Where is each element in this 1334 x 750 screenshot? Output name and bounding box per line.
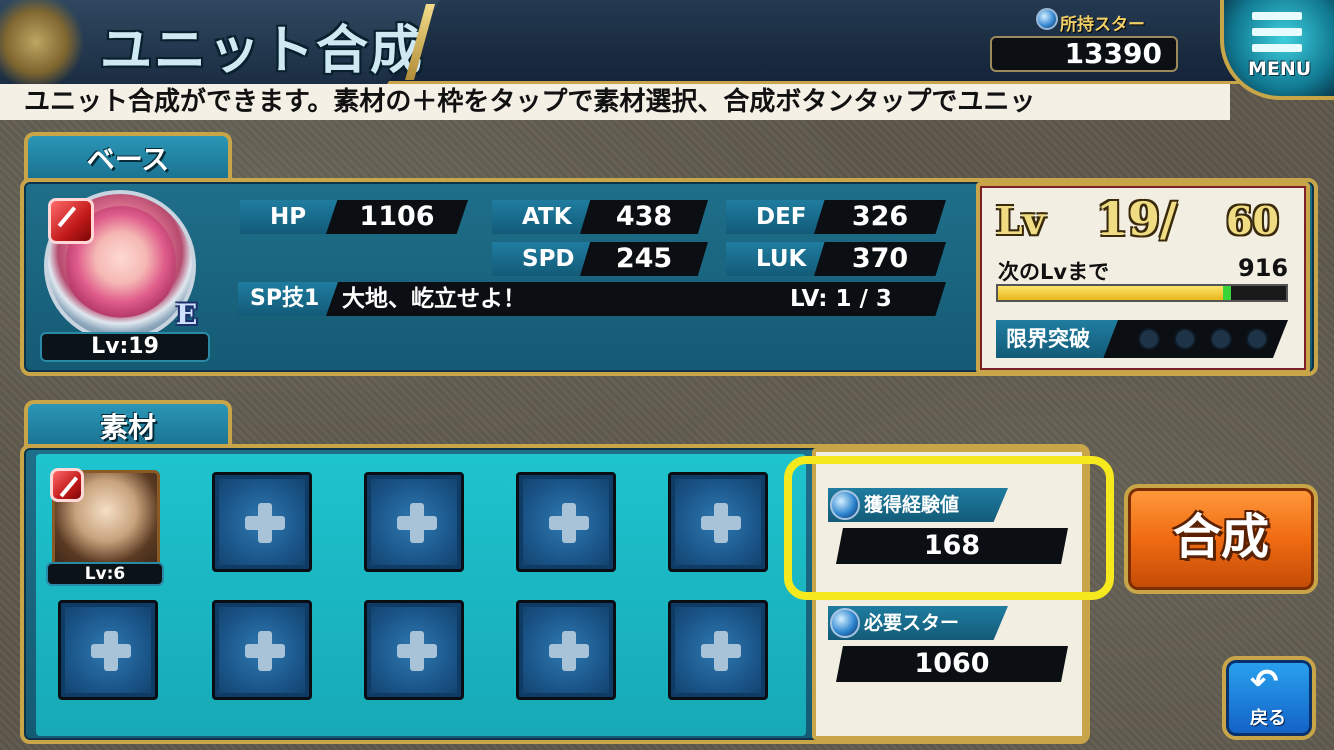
plus-icon-stem <box>562 631 576 671</box>
page-title: ユニット合成 <box>100 21 425 81</box>
star-balance: 13390 <box>990 36 1178 72</box>
plus-icon-stem <box>104 631 118 671</box>
atk-label: ATK <box>492 200 594 234</box>
luk-label: LUK <box>726 242 828 276</box>
star-label: 所持スター <box>1060 15 1145 35</box>
limit-break-slot-4 <box>1246 328 1268 350</box>
max-level: 60 <box>1226 198 1279 243</box>
rarity-gem-icon <box>48 198 94 244</box>
empty-material-slot[interactable] <box>668 472 768 572</box>
plus-icon-stem <box>562 503 576 543</box>
sp-skill-label: SP技1 <box>238 282 338 316</box>
empty-material-slot[interactable] <box>212 472 312 572</box>
current-level: 19/ <box>1096 192 1177 246</box>
spd-label: SPD <box>492 242 594 276</box>
material-rarity-gem-icon <box>50 468 84 502</box>
limit-break-label: 限界突破 <box>996 320 1118 358</box>
base-tab: ベース <box>24 132 232 182</box>
grade-badge: E <box>176 298 198 331</box>
empty-material-slot[interactable] <box>212 600 312 700</box>
menu-label: MENU <box>1248 58 1312 80</box>
material-unit-level: Lv:6 <box>46 562 164 586</box>
empty-material-slot[interactable] <box>668 600 768 700</box>
plus-icon-stem <box>410 631 424 671</box>
plus-icon-stem <box>714 631 728 671</box>
base-unit-level: Lv:19 <box>40 332 210 362</box>
atk-value: 438 <box>580 200 708 234</box>
material-tab: 素材 <box>24 400 232 450</box>
required-star-value: 1060 <box>836 646 1068 682</box>
def-label: DEF <box>726 200 828 234</box>
instruction-ticker: ユニット合成ができます。素材の＋枠をタップで素材選択、合成ボタンタップでユニッ <box>0 84 1230 120</box>
exp-progress-bar <box>996 284 1288 302</box>
limit-break-slot-2 <box>1174 328 1196 350</box>
empty-material-slot[interactable] <box>516 472 616 572</box>
plus-icon-stem <box>410 503 424 543</box>
hp-value: 1106 <box>326 200 468 234</box>
spd-value: 245 <box>580 242 708 276</box>
back-arrow-icon: ↶ <box>1250 662 1279 702</box>
highlight-box <box>784 456 1114 600</box>
hp-label: HP <box>240 200 340 234</box>
fuse-button[interactable]: 合成 <box>1124 484 1318 594</box>
sp-skill-level: LV: 1 / 3 <box>790 286 892 312</box>
empty-material-slot[interactable] <box>364 472 464 572</box>
next-level-label: 次のLvまで <box>998 260 1110 284</box>
next-level-value: 916 <box>1238 254 1289 282</box>
luk-value: 370 <box>814 242 946 276</box>
empty-material-slot[interactable] <box>364 600 464 700</box>
menu-icon <box>1252 12 1302 54</box>
plus-icon-stem <box>258 503 272 543</box>
required-star-icon <box>830 608 860 638</box>
exp-progress-tip <box>1222 286 1231 300</box>
plus-icon-stem <box>258 631 272 671</box>
limit-break-slot-1 <box>1138 328 1160 350</box>
lv-word: Lv <box>996 198 1045 243</box>
sp-skill-name: 大地、屹立せよ！ <box>342 286 526 312</box>
back-label: 戻る <box>1250 708 1286 729</box>
limit-break-slot-3 <box>1210 328 1232 350</box>
plus-icon-stem <box>714 503 728 543</box>
def-value: 326 <box>814 200 946 234</box>
empty-material-slot[interactable] <box>58 600 158 700</box>
empty-material-slot[interactable] <box>516 600 616 700</box>
star-currency-icon <box>1036 8 1058 30</box>
exp-progress-fill <box>998 286 1223 300</box>
dragon-ornament-icon <box>0 0 90 84</box>
